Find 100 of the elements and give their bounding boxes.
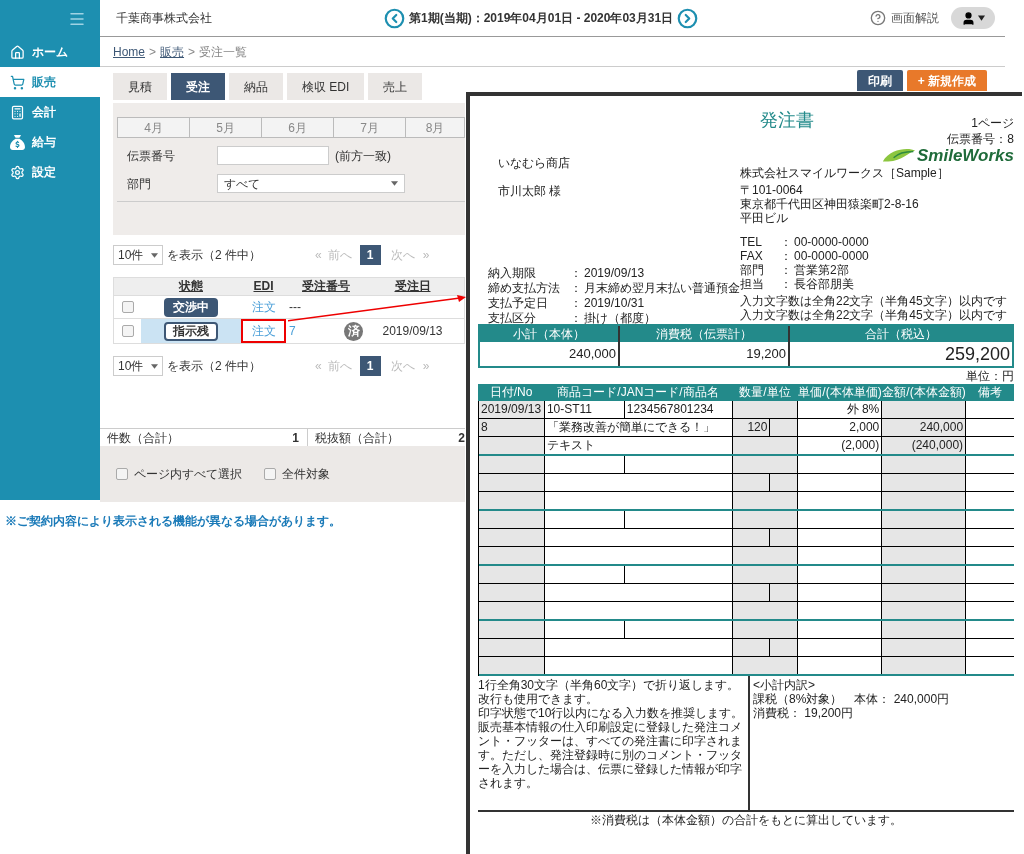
per-page-select[interactable]: 10件 (113, 356, 163, 376)
unit-label: 単位：円 (966, 369, 1014, 383)
note-text: 入力文字数は全角22文字（半角45文字）以内です (740, 294, 1008, 308)
term-label: 納入期限 (488, 266, 537, 280)
result-count: を表示（2 件中） (167, 247, 261, 264)
breadcrumb-link[interactable]: Home (113, 42, 145, 61)
page-number[interactable]: 1 (359, 356, 381, 376)
help-link[interactable]: 画面解説 (891, 9, 939, 27)
column-header: 合計（税込） (790, 326, 1012, 342)
page-number[interactable]: 1 (359, 245, 381, 265)
recipient-contact: 市川太郎 様 (498, 184, 563, 198)
checkbox[interactable] (121, 301, 134, 313)
contact-separator: ： (780, 263, 793, 277)
contact-value: 00-0000-0000 (794, 249, 869, 263)
next-page-link[interactable]: 次へ (390, 246, 415, 264)
checkbox[interactable] (121, 325, 134, 337)
total-value: 19,200 (745, 345, 787, 363)
address-line: 東京都千代田区神田猿楽町2-8-16 (740, 197, 920, 211)
order-number[interactable]: --- (289, 298, 301, 316)
help-icon[interactable] (870, 10, 886, 26)
term-value: 月末締め翌月末払い普通預金 (584, 281, 740, 295)
notice-text: ※ご契約内容により表示される機能が異なる場合があります。 (5, 514, 341, 528)
per-page-select[interactable]: 10件 (113, 245, 163, 265)
contact-label: 担当 (740, 277, 765, 291)
filter-hint: (前方一致) (335, 147, 391, 165)
term-label: 支払予定日 (488, 296, 549, 310)
term-value: 掛け（都度） (584, 311, 656, 325)
tab[interactable]: 受注 (171, 73, 225, 100)
calculator-icon (10, 104, 25, 120)
create-button[interactable]: + 新規作成 (906, 70, 987, 91)
summary-label: 税抜額（合計） (315, 429, 399, 447)
month-tab[interactable]: 7月 (334, 118, 406, 137)
breadcrumb-separator: > (188, 43, 196, 61)
column-header: 備考 (977, 384, 1003, 401)
term-separator: ： (570, 296, 583, 310)
term-separator: ： (570, 311, 583, 325)
month-tab[interactable]: 4月 (118, 118, 190, 137)
column-header: 商品コード/JANコード/商品名 (556, 384, 720, 401)
table-cell: 240,000 (882, 419, 967, 436)
slip-number-field[interactable] (217, 146, 329, 165)
column-header[interactable]: EDI (241, 279, 286, 294)
contact-label: TEL (740, 235, 763, 249)
user-menu-button[interactable] (951, 7, 995, 29)
column-header: 数量/単位 (738, 384, 792, 401)
edi-link[interactable]: 注文 (251, 322, 276, 340)
sidebar-item[interactable]: 販売 (0, 67, 100, 97)
tab[interactable]: 納品 (229, 73, 283, 100)
first-page-link[interactable]: « (315, 246, 322, 264)
table-cell: 120 (732, 419, 771, 436)
next-page-link[interactable]: 次へ (390, 357, 415, 375)
contact-separator: ： (780, 235, 793, 249)
status-badge: 指示残 (164, 321, 218, 341)
result-count: を表示（2 件中） (167, 358, 261, 375)
edi-link[interactable]: 注文 (251, 298, 276, 316)
column-header[interactable]: 受注番号 (286, 279, 366, 294)
checkbox-label: 全件対象 (282, 466, 330, 483)
total-value: 259,200 (943, 343, 1011, 366)
column-header[interactable]: 受注日 (366, 279, 459, 294)
tab[interactable]: 売上 (368, 73, 423, 100)
footnote: ※消費税は（本体金額）の合計をもとに算出しています。 (590, 813, 902, 827)
previous-page-link[interactable]: 前へ (327, 246, 352, 264)
breadcrumb-link[interactable]: 販売 (160, 42, 185, 61)
table-cell: (240,000) (882, 437, 967, 454)
home-icon (10, 44, 25, 60)
previous-period-icon[interactable] (384, 7, 405, 29)
comment-text: 印字状態で10行以内になる入力数を推奨します。 (478, 706, 745, 720)
first-page-link[interactable]: « (315, 357, 322, 375)
comment-text: 販売基本情報の仕入印刷設定に登録した発注コメント・フッターは、すべての発注書に印字されます。ただし、発注登録時に別のコメント・フッターを入力した場合は、伝票に登録した情報が印字されます。 (478, 720, 743, 790)
print-button[interactable]: 印刷 (856, 70, 903, 91)
term-label: 支払区分 (488, 311, 537, 325)
month-tab[interactable]: 6月 (262, 118, 334, 137)
table-cell: 10-ST11 (544, 401, 625, 418)
last-page-link[interactable]: » (422, 246, 430, 264)
sidebar-item[interactable]: 給与 (0, 127, 100, 157)
department-select[interactable]: すべて (217, 174, 405, 193)
fiscal-period: 第1期(当期)：2019年04月01日 - 2020年03月31日 (409, 10, 674, 27)
term-separator: ： (570, 266, 583, 280)
term-value: 2019/09/13 (584, 266, 645, 280)
sidebar-item[interactable]: 設定 (0, 157, 100, 187)
column-header: 消費税（伝票計） (620, 326, 788, 342)
checkbox[interactable] (116, 468, 128, 480)
column-header[interactable]: 状態 (141, 279, 241, 294)
tab[interactable]: 見積 (113, 73, 167, 100)
address-line: 平田ビル (740, 211, 789, 225)
breakdown-text: 課税（8%対象） (753, 692, 843, 706)
sidebar-item[interactable]: ホーム (0, 37, 100, 67)
month-tab[interactable]: 8月 (406, 118, 464, 137)
month-tab[interactable]: 5月 (190, 118, 262, 137)
last-page-link[interactable]: » (422, 357, 430, 375)
done-badge: 済 (344, 321, 363, 341)
checkbox[interactable] (264, 468, 276, 480)
previous-page-link[interactable]: 前へ (327, 357, 352, 375)
term-separator: ： (570, 281, 583, 295)
next-period-icon[interactable] (677, 7, 699, 29)
tab[interactable]: 検収 EDI (287, 73, 365, 100)
sidebar-item[interactable]: 会計 (0, 97, 100, 127)
comment-text: 1行全角30文字（半角60文字）で折り返します。改行も使用できます。 (478, 678, 741, 706)
table-cell: 1234567801234 (624, 401, 733, 418)
order-number[interactable]: 7 (289, 322, 296, 340)
column-header: 日付/No (488, 384, 534, 401)
